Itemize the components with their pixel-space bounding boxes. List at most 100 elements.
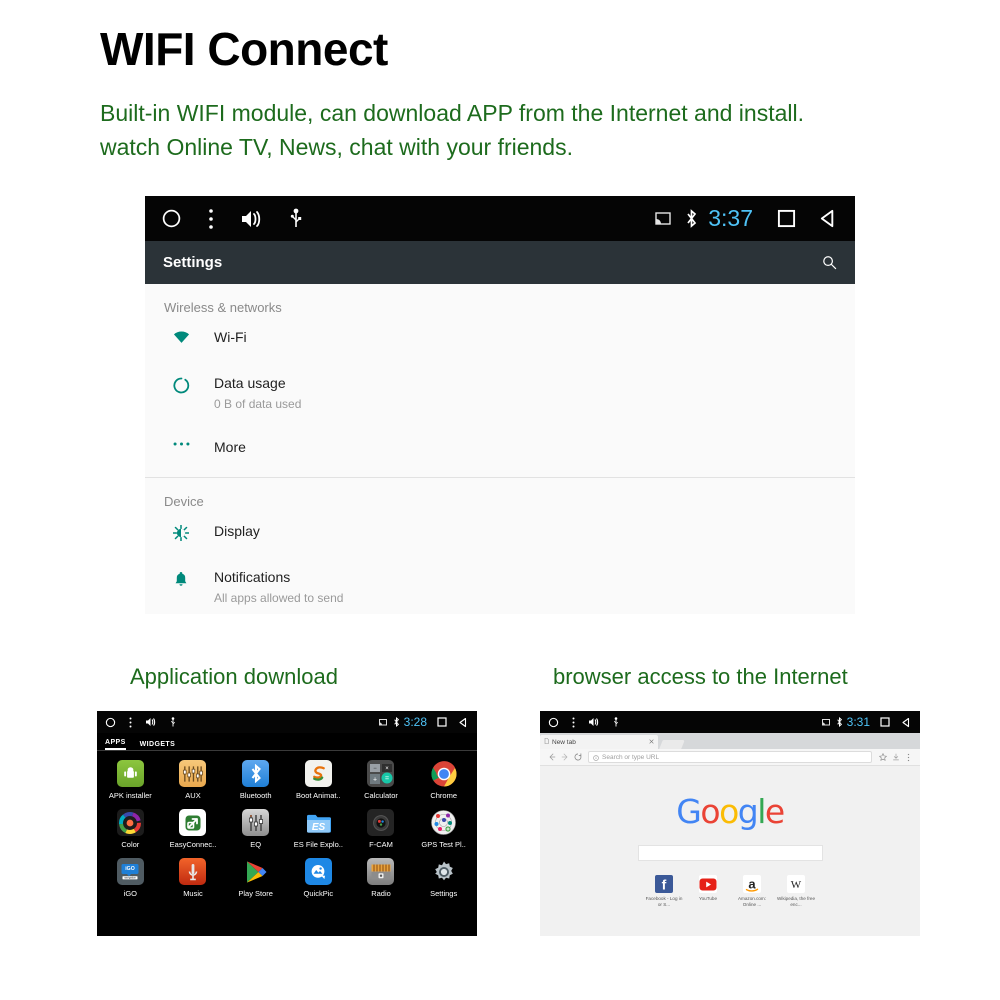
usb-icon[interactable] bbox=[290, 208, 302, 230]
page-title: WIFI Connect bbox=[100, 23, 388, 75]
browser-tab-title: New tab bbox=[552, 738, 576, 746]
data-usage-icon bbox=[164, 375, 198, 394]
pref-item-display[interactable]: Display bbox=[145, 509, 855, 555]
wifi-icon bbox=[164, 329, 198, 344]
settings-list: Wireless & networks Wi-Fi Data usage 0 B… bbox=[145, 284, 855, 614]
home-circle-icon[interactable] bbox=[548, 717, 559, 728]
tab-widgets[interactable]: WIDGETS bbox=[140, 741, 175, 750]
shortcut-label: YouTube bbox=[698, 896, 718, 901]
reload-icon[interactable] bbox=[571, 753, 584, 761]
overflow-menu-icon[interactable] bbox=[902, 753, 915, 762]
app-item-es-file-explorer[interactable]: ES ES File Explo.. bbox=[287, 805, 350, 854]
svg-text:ES: ES bbox=[312, 822, 326, 833]
shortcut-facebook[interactable]: f Facebook - Log in or S... bbox=[642, 875, 686, 908]
overflow-menu-icon[interactable] bbox=[208, 208, 214, 230]
app-item-apk-installer[interactable]: APK installer bbox=[99, 756, 162, 805]
pref-title: Data usage bbox=[214, 375, 286, 391]
app-item-easyconnect[interactable]: EasyConnec.. bbox=[162, 805, 225, 854]
recents-square-icon[interactable] bbox=[777, 209, 796, 228]
more-dots-icon bbox=[164, 439, 198, 447]
tab-apps[interactable]: APPS bbox=[105, 739, 126, 750]
app-label: Settings bbox=[430, 889, 458, 898]
shortcut-wikipedia[interactable]: W Wikipedia, the free enc... bbox=[774, 875, 818, 908]
overflow-menu-icon[interactable] bbox=[572, 717, 575, 728]
app-item-calculator[interactable]: − × + = Calculator bbox=[350, 756, 413, 805]
app-item-radio[interactable]: Radio bbox=[350, 854, 413, 903]
app-label: Bluetooth bbox=[239, 791, 272, 800]
star-icon[interactable] bbox=[876, 753, 889, 761]
new-tab-icon[interactable] bbox=[659, 740, 685, 749]
app-label: ES File Explo.. bbox=[293, 840, 343, 849]
app-item-igo[interactable]: iGO navigation iGO bbox=[99, 854, 162, 903]
app-item-boot-animation[interactable]: Boot Animat.. bbox=[287, 756, 350, 805]
pref-title: More bbox=[214, 438, 246, 455]
cast-icon bbox=[378, 718, 387, 726]
statusbar-left-icons bbox=[105, 716, 189, 728]
camera-icon bbox=[367, 809, 395, 836]
pref-item-wifi[interactable]: Wi-Fi bbox=[145, 315, 855, 361]
back-arrow-icon[interactable] bbox=[545, 753, 558, 761]
pref-item-data-usage[interactable]: Data usage 0 B of data used bbox=[145, 361, 855, 425]
logo-letter: g bbox=[737, 792, 759, 831]
app-item-quickpic[interactable]: QuickPic bbox=[287, 854, 350, 903]
home-circle-icon[interactable] bbox=[161, 208, 182, 229]
app-item-f-cam[interactable]: F-CAM bbox=[350, 805, 413, 854]
volume-icon[interactable] bbox=[240, 209, 264, 229]
usb-icon[interactable] bbox=[613, 716, 619, 728]
volume-icon[interactable] bbox=[145, 717, 157, 727]
app-item-settings[interactable]: Settings bbox=[412, 854, 475, 903]
usb-icon[interactable] bbox=[170, 716, 176, 728]
forward-arrow-icon[interactable] bbox=[558, 753, 571, 761]
search-icon[interactable] bbox=[822, 255, 837, 270]
app-grid: APK installer AUX Bluetooth Boot Animat.… bbox=[97, 751, 477, 903]
pref-item-more[interactable]: More bbox=[145, 425, 855, 471]
music-icon bbox=[179, 858, 207, 885]
svg-text:+: + bbox=[373, 776, 377, 783]
shortcut-amazon[interactable]: a Amazon.com: Online ... bbox=[730, 875, 774, 908]
settings-actionbar: Settings bbox=[145, 241, 855, 284]
notifications-bell-icon bbox=[164, 569, 198, 588]
back-triangle-icon[interactable] bbox=[818, 208, 839, 229]
home-circle-icon[interactable] bbox=[105, 717, 116, 728]
cast-icon bbox=[821, 718, 830, 726]
download-icon[interactable] bbox=[889, 753, 902, 761]
browser-tab[interactable]: New tab bbox=[540, 735, 658, 749]
shortcut-youtube[interactable]: YouTube bbox=[686, 875, 730, 908]
app-label: iGO bbox=[123, 889, 137, 898]
caption-browser-access: browser access to the Internet bbox=[553, 664, 848, 689]
app-item-bluetooth[interactable]: Bluetooth bbox=[224, 756, 287, 805]
overflow-menu-icon[interactable] bbox=[129, 717, 132, 728]
back-triangle-icon[interactable] bbox=[458, 717, 469, 728]
svg-text:navigation: navigation bbox=[124, 875, 136, 879]
pref-item-notifications[interactable]: Notifications All apps allowed to send bbox=[145, 555, 855, 614]
svg-text:a: a bbox=[748, 877, 756, 892]
app-label: AUX bbox=[185, 791, 201, 800]
app-item-color[interactable]: Color bbox=[99, 805, 162, 854]
recents-square-icon[interactable] bbox=[437, 717, 447, 727]
volume-icon[interactable] bbox=[588, 717, 600, 727]
app-label: Boot Animat.. bbox=[296, 791, 341, 800]
app-item-chrome[interactable]: Chrome bbox=[412, 756, 475, 805]
app-item-play-store[interactable]: Play Store bbox=[224, 854, 287, 903]
app-label: Chrome bbox=[430, 791, 457, 800]
back-triangle-icon[interactable] bbox=[901, 717, 912, 728]
app-item-aux[interactable]: AUX bbox=[162, 756, 225, 805]
section-header-wireless: Wireless & networks bbox=[164, 300, 282, 315]
app-item-music[interactable]: Music bbox=[162, 854, 225, 903]
close-icon[interactable] bbox=[649, 738, 654, 746]
app-item-eq[interactable]: EQ bbox=[224, 805, 287, 854]
search-input[interactable]: Search or type URL bbox=[588, 751, 872, 763]
es-file-explorer-icon: ES bbox=[305, 809, 332, 836]
app-label: GPS Test Pl.. bbox=[421, 840, 466, 849]
youtube-icon bbox=[699, 875, 717, 893]
statusbar-clock: 3:31 bbox=[846, 715, 870, 729]
shortcut-label: Facebook - Log in or S... bbox=[645, 896, 683, 908]
recents-square-icon[interactable] bbox=[880, 717, 890, 727]
logo-letter: o bbox=[719, 792, 739, 831]
app-label: Color bbox=[121, 840, 140, 849]
app-item-gps-test[interactable]: GPS Test Pl.. bbox=[412, 805, 475, 854]
ntp-search-box[interactable] bbox=[637, 845, 823, 861]
pref-text-display: Display bbox=[198, 523, 260, 541]
app-label: Music bbox=[183, 889, 203, 898]
caption-application-download: Application download bbox=[130, 664, 338, 689]
